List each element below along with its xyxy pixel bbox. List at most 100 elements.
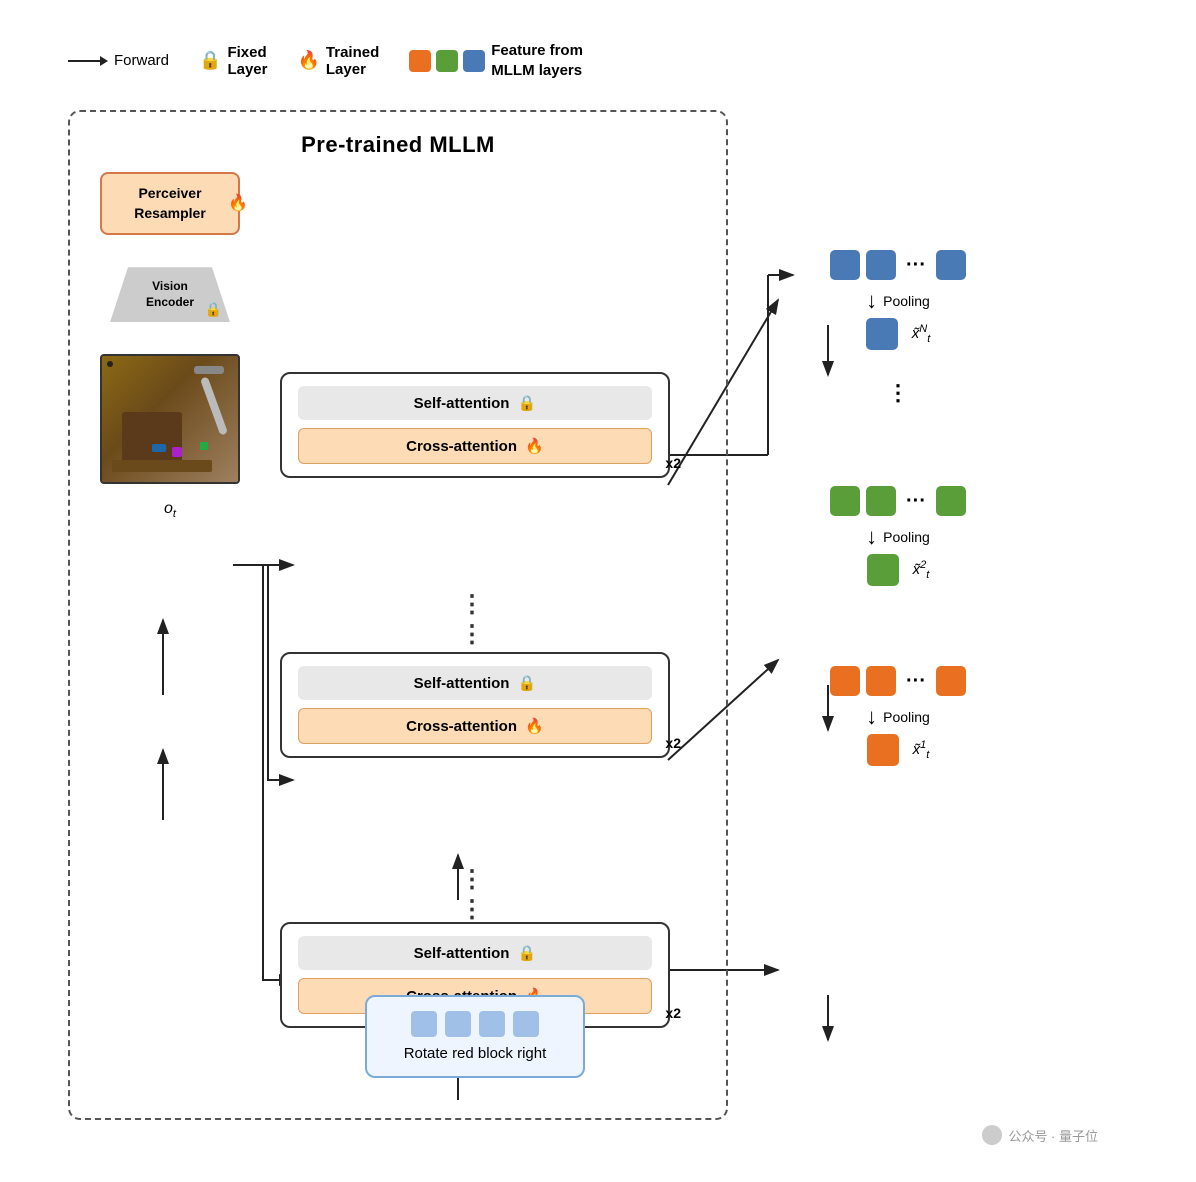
layer-2-container: Self-attention 🔒 Cross-attention 🔥 x2 <box>280 652 670 758</box>
green-sq-3 <box>936 486 966 516</box>
orange-sq-3 <box>936 666 966 696</box>
orange-sq-2 <box>866 666 896 696</box>
text-input-box: Rotate red block right <box>365 995 585 1078</box>
orange-square <box>409 50 431 72</box>
blue-feat-squares: ··· <box>830 250 966 280</box>
trained-label: TrainedLayer <box>326 44 379 78</box>
self-attn-n-label: Self-attention <box>414 395 510 412</box>
legend-row: Forward 🔒 FixedLayer 🔥 TrainedLayer Feat… <box>48 31 1148 90</box>
fire-icon: 🔥 <box>297 50 319 71</box>
result-2-label: x̃2t <box>913 559 930 581</box>
layer-n-block: Self-attention 🔒 Cross-attention 🔥 x2 <box>280 372 670 478</box>
forward-arrow-icon <box>68 54 108 68</box>
pooling-2-label: Pooling <box>883 529 930 545</box>
perceiver-fire-icon: 🔥 <box>228 192 248 214</box>
result-1-row: x̃1t <box>867 734 930 766</box>
self-attn-2-label: Self-attention <box>414 675 510 692</box>
green-square <box>436 50 458 72</box>
green-feat-squares: ··· <box>830 486 966 516</box>
watermark-text: 公众号 · 量子位 <box>1008 1126 1098 1145</box>
vert-dots-1: ⋮ <box>887 380 909 406</box>
text-tokens <box>387 1011 563 1037</box>
blue-sq-3 <box>936 250 966 280</box>
self-attention-1: Self-attention 🔒 <box>298 936 652 970</box>
blue-sq-1 <box>830 250 860 280</box>
text-input-label: Rotate red block right <box>404 1045 547 1062</box>
feature-color-squares <box>409 50 485 72</box>
blue-square <box>463 50 485 72</box>
cross-attn-n-label: Cross-attention <box>406 438 517 455</box>
wm-icon <box>982 1125 1002 1145</box>
token-1 <box>411 1011 437 1037</box>
dots-between-bottom2: ⋮ <box>460 895 484 924</box>
obs-label: ot <box>164 500 176 520</box>
green-dots: ··· <box>906 490 926 513</box>
token-3 <box>479 1011 505 1037</box>
dots-between-top: ⋮ <box>460 590 484 619</box>
result-n-label: x̃Nt <box>912 323 931 345</box>
left-column: Perceiver Resampler 🔥 VisionEncoder 🔒 <box>90 172 250 520</box>
cross-attn-2-fire: 🔥 <box>525 718 544 735</box>
legend-feature: Feature fromMLLM layers <box>409 41 583 80</box>
token-4 <box>513 1011 539 1037</box>
x2-2-label: x2 <box>665 735 681 751</box>
vision-encoder-wrapper: VisionEncoder 🔒 <box>110 267 230 322</box>
self-attn-1-lock: 🔒 <box>518 945 537 962</box>
result-n-row: x̃Nt <box>866 318 931 350</box>
watermark: 公众号 · 量子位 <box>982 1125 1098 1145</box>
vision-encoder-label: VisionEncoder <box>146 279 194 310</box>
legend-fixed: 🔒 FixedLayer <box>199 44 267 78</box>
forward-label: Forward <box>114 52 169 69</box>
diagram-wrapper: Pre-trained MLLM Perceiver Resampler 🔥 V… <box>48 100 1108 1150</box>
layer-2-block: Self-attention 🔒 Cross-attention 🔥 x2 <box>280 652 670 758</box>
vision-encoder-trapezoid: VisionEncoder 🔒 <box>110 267 230 322</box>
dots-between-top2: ⋮ <box>460 620 484 649</box>
pooling-1-label: Pooling <box>883 709 930 725</box>
orange-feat-squares: ··· <box>830 666 966 696</box>
feature-group-n: ··· ↓ Pooling x̃Nt <box>830 250 966 350</box>
token-2 <box>445 1011 471 1037</box>
self-attention-2: Self-attention 🔒 <box>298 666 652 700</box>
orange-sq-1 <box>830 666 860 696</box>
layer-n-container: Self-attention 🔒 Cross-attention 🔥 x2 <box>280 372 670 478</box>
feature-from-label: Feature fromMLLM layers <box>491 41 583 80</box>
result-sq-n <box>866 318 898 350</box>
robot-scene <box>102 356 238 482</box>
mllm-title: Pre-trained MLLM <box>90 132 706 158</box>
pooling-n-label: Pooling <box>883 293 930 309</box>
pooling-2-row: ↓ Pooling <box>866 524 930 550</box>
down-arrow-1: ↓ <box>866 704 877 730</box>
blue-sq-2 <box>866 250 896 280</box>
main-container: Forward 🔒 FixedLayer 🔥 TrainedLayer Feat… <box>48 31 1148 1151</box>
result-sq-1 <box>867 734 899 766</box>
result-2-row: x̃2t <box>867 554 930 586</box>
pooling-n-row: ↓ Pooling <box>866 288 930 314</box>
robot-image <box>100 354 240 484</box>
feature-group-1: ··· ↓ Pooling x̃1t <box>830 666 966 766</box>
x2-1-label: x2 <box>665 1005 681 1021</box>
perceiver-box: Perceiver Resampler 🔥 <box>100 172 240 235</box>
self-attn-2-lock: 🔒 <box>518 675 537 692</box>
green-sq-1 <box>830 486 860 516</box>
result-1-label: x̃1t <box>913 739 930 761</box>
cross-attn-n-fire: 🔥 <box>525 438 544 455</box>
self-attn-1-label: Self-attention <box>414 945 510 962</box>
blue-dots: ··· <box>906 254 926 277</box>
x2-n-label: x2 <box>665 455 681 471</box>
legend-forward: Forward <box>68 52 169 69</box>
cross-attention-n: Cross-attention 🔥 x2 <box>298 428 652 464</box>
fixed-label: FixedLayer <box>227 44 267 78</box>
perceiver-label: Perceiver Resampler <box>134 185 206 221</box>
right-feature-col: ··· ↓ Pooling x̃Nt ⋮ <box>768 110 1028 766</box>
encoder-lock-icon: 🔒 <box>205 301 222 318</box>
dots-between-bottom: ⋮ <box>460 865 484 894</box>
legend-trained: 🔥 TrainedLayer <box>297 44 379 78</box>
cross-attn-2-label: Cross-attention <box>406 718 517 735</box>
green-sq-2 <box>866 486 896 516</box>
orange-dots: ··· <box>906 670 926 693</box>
cross-attention-2: Cross-attention 🔥 x2 <box>298 708 652 744</box>
self-attention-n: Self-attention 🔒 <box>298 386 652 420</box>
mllm-box: Pre-trained MLLM Perceiver Resampler 🔥 V… <box>68 110 728 1120</box>
down-arrow-n: ↓ <box>866 288 877 314</box>
lock-icon: 🔒 <box>199 50 221 71</box>
